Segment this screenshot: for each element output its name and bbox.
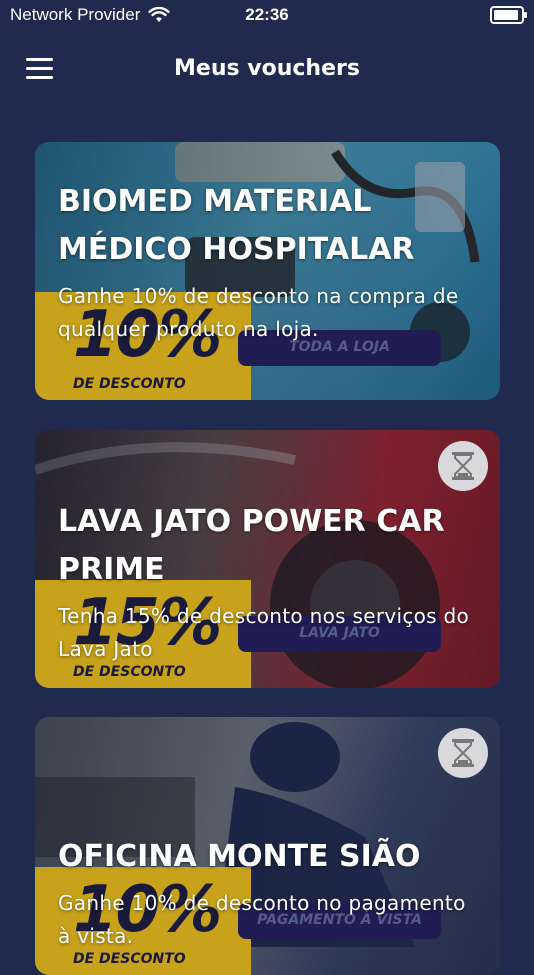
navigation-bar: Meus vouchers xyxy=(0,50,534,90)
battery-icon xyxy=(490,6,527,24)
status-time: 22:36 xyxy=(245,5,289,24)
voucher-card[interactable]: 10% DE DESCONTO TODA A LOJA BIOMED MATER… xyxy=(35,142,500,400)
voucher-title: LAVA JATO POWER CAR PRIME xyxy=(58,504,445,587)
voucher-title: OFICINA MONTE SIÃO xyxy=(58,839,421,874)
voucher-title: BIOMED MATERIAL MÉDICO HOSPITALAR xyxy=(58,184,415,267)
page-title: Meus vouchers xyxy=(174,56,360,81)
voucher-card[interactable]: 10% DE DESCONTO PAGAMENTO À VISTA OFICIN… xyxy=(35,717,500,975)
badge-label: DE DESCONTO xyxy=(73,376,186,392)
battery-level xyxy=(494,10,518,20)
expired-status-button[interactable] xyxy=(438,728,488,778)
status-bar: Network Provider 22:36 xyxy=(0,0,534,30)
badge-label: DE DESCONTO xyxy=(73,664,186,680)
badge-label: DE DESCONTO xyxy=(73,951,186,967)
voucher-description: Tenha 15% de desconto nos serviços do La… xyxy=(58,604,470,661)
voucher-card[interactable]: 15% DE DESCONTO LAVA JATO LAVA JATO POWE… xyxy=(35,430,500,688)
hourglass-icon xyxy=(452,452,474,480)
expired-status-button[interactable] xyxy=(438,441,488,491)
voucher-description: Ganhe 10% de desconto na compra de qualq… xyxy=(58,284,459,341)
voucher-description: Ganhe 10% de desconto no pagamento à vis… xyxy=(58,891,466,948)
hourglass-icon xyxy=(452,739,474,767)
